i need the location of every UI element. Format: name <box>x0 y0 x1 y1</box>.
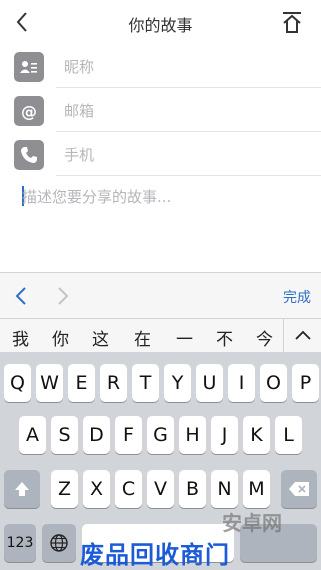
watermark-site: 安卓网 <box>222 511 282 535</box>
key-f[interactable]: F <box>115 416 142 454</box>
app-root: 你的故事 昵称 @ 邮箱 手机 描述您要分享的故事... 完成 我 你 这 在 … <box>0 0 321 570</box>
key-e[interactable]: E <box>68 364 95 402</box>
expand-candidates-button[interactable] <box>283 319 321 353</box>
key-y[interactable]: Y <box>164 364 191 402</box>
nav-header: 你的故事 <box>0 0 321 44</box>
key-i[interactable]: I <box>228 364 255 402</box>
email-field[interactable]: 邮箱 <box>64 100 94 121</box>
nickname-row: 昵称 <box>0 44 321 88</box>
upload-icon <box>283 12 301 33</box>
shift-arrow-icon <box>15 482 29 496</box>
globe-key[interactable] <box>42 524 76 562</box>
key-g[interactable]: G <box>147 416 174 454</box>
phone-row: 手机 <box>0 132 321 176</box>
key-w[interactable]: W <box>36 364 63 402</box>
candidate-item[interactable]: 我 <box>12 325 29 350</box>
key-h[interactable]: H <box>179 416 206 454</box>
divider <box>56 175 321 176</box>
contact-card-icon <box>14 52 44 82</box>
shift-key[interactable] <box>4 470 40 508</box>
key-z[interactable]: Z <box>51 470 78 508</box>
key-v[interactable]: V <box>147 470 174 508</box>
key-o[interactable]: O <box>260 364 287 402</box>
watermark-text: 废品回收商门 <box>80 541 230 569</box>
key-t[interactable]: T <box>132 364 159 402</box>
key-u[interactable]: U <box>196 364 223 402</box>
key-r[interactable]: R <box>100 364 127 402</box>
keyboard-toolbar: 完成 <box>0 272 321 318</box>
key-c[interactable]: C <box>115 470 142 508</box>
key-q[interactable]: Q <box>4 364 31 402</box>
candidate-item[interactable]: 一 <box>176 325 193 350</box>
key-b[interactable]: B <box>179 470 206 508</box>
backspace-icon <box>289 482 309 496</box>
chevron-up-icon <box>295 330 311 340</box>
candidate-item[interactable]: 你 <box>52 325 69 350</box>
candidate-item[interactable]: 不 <box>216 325 233 350</box>
candidate-item[interactable]: 这 <box>92 325 109 350</box>
chevron-left-icon <box>15 287 26 305</box>
candidate-bar: 我 你 这 在 一 不 今 <box>0 318 321 353</box>
candidate-item[interactable]: 今 <box>256 325 273 350</box>
email-row: @ 邮箱 <box>0 88 321 132</box>
key-k[interactable]: K <box>243 416 270 454</box>
done-button[interactable]: 完成 <box>283 287 311 307</box>
next-field-button[interactable] <box>56 285 70 307</box>
key-x[interactable]: X <box>83 470 110 508</box>
share-button[interactable] <box>279 10 305 36</box>
globe-icon <box>50 534 68 552</box>
candidate-item[interactable]: 在 <box>134 325 151 350</box>
backspace-key[interactable] <box>281 470 317 508</box>
key-s[interactable]: S <box>51 416 78 454</box>
previous-field-button[interactable] <box>14 285 28 307</box>
key-m[interactable]: M <box>243 470 270 508</box>
phone-field[interactable]: 手机 <box>64 144 94 165</box>
key-p[interactable]: P <box>292 364 319 402</box>
chevron-right-icon <box>58 287 69 305</box>
key-j[interactable]: J <box>211 416 238 454</box>
nickname-field[interactable]: 昵称 <box>64 56 94 77</box>
page-title: 你的故事 <box>128 16 193 35</box>
at-sign-icon: @ <box>14 96 44 126</box>
key-d[interactable]: D <box>83 416 110 454</box>
phone-icon <box>14 140 44 170</box>
key-l[interactable]: L <box>275 416 302 454</box>
key-a[interactable]: A <box>19 416 46 454</box>
story-textarea[interactable]: 描述您要分享的故事... <box>22 186 171 207</box>
numbers-key[interactable]: 123 <box>4 524 36 562</box>
key-n[interactable]: N <box>211 470 238 508</box>
